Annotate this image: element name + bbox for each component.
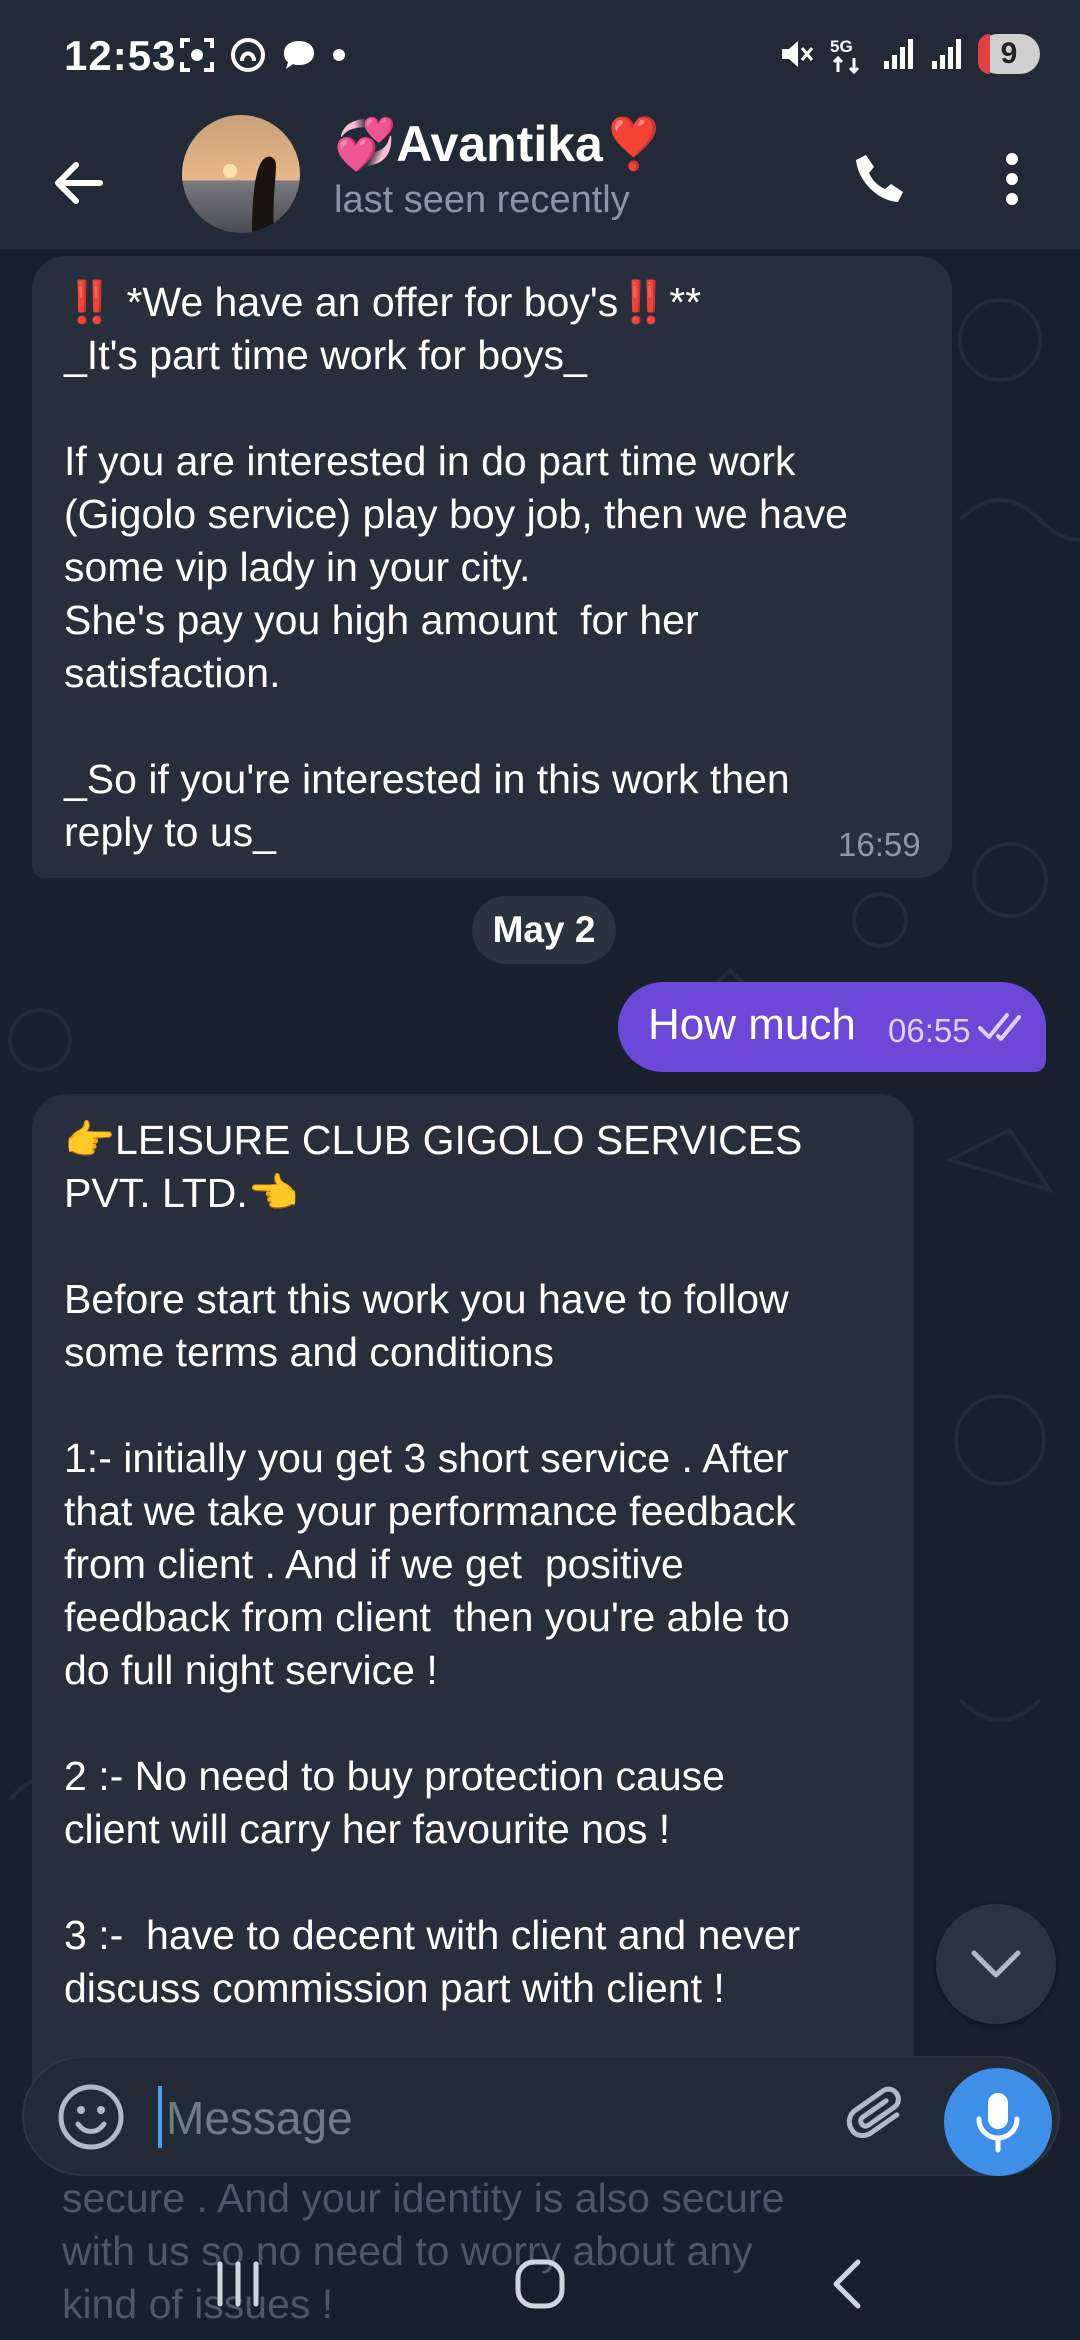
- system-back-button[interactable]: [822, 2254, 872, 2314]
- message-time: 06:55: [888, 1012, 971, 1049]
- home-button[interactable]: [510, 2254, 570, 2314]
- back-button[interactable]: [40, 145, 116, 221]
- scroll-down-button[interactable]: [936, 1904, 1056, 2024]
- text-cursor: [158, 2086, 162, 2148]
- date-separator: May 2: [472, 896, 616, 964]
- dot-icon: [333, 49, 345, 61]
- svg-text:5G: 5G: [830, 37, 853, 56]
- more-vertical-icon: [1006, 153, 1018, 205]
- recents-button[interactable]: [206, 2254, 270, 2314]
- message-text: 👉LEISURE CLUB GIGOLO SERVICES PVT. LTD.👈…: [64, 1117, 803, 2011]
- message-text: ‼️ *We have an offer for boy's‼️** _It's…: [64, 279, 848, 855]
- status-time: 12:53: [64, 32, 177, 79]
- more-options-button[interactable]: [982, 139, 1042, 219]
- message-input[interactable]: [164, 2082, 828, 2154]
- incoming-message[interactable]: ‼️ *We have an offer for boy's‼️** _It's…: [32, 256, 952, 878]
- status-bar: 12:53 5G 9: [0, 0, 1080, 115]
- avatar[interactable]: [182, 115, 300, 233]
- call-button[interactable]: [840, 139, 920, 219]
- mute-icon: [782, 41, 814, 67]
- emoji-button[interactable]: [56, 2082, 126, 2152]
- attach-button[interactable]: [844, 2082, 916, 2154]
- battery-level: 9: [1000, 37, 1018, 70]
- chevron-left-icon: [833, 2259, 861, 2309]
- voice-record-button[interactable]: [944, 2068, 1052, 2176]
- system-icons: 5G 9: [778, 34, 1040, 74]
- paperclip-icon: [846, 2086, 901, 2138]
- notification-icons: [178, 36, 346, 74]
- signal-icon: [884, 39, 913, 69]
- incoming-message[interactable]: 👉LEISURE CLUB GIGOLO SERVICES PVT. LTD.👈…: [32, 1094, 914, 2094]
- chat-notification-icon: [284, 41, 314, 69]
- message-text: How much: [648, 1000, 856, 1049]
- 5g-icon: 5G: [830, 37, 860, 74]
- message-composer: [22, 2056, 1060, 2176]
- contact-name[interactable]: 💞Avantika❣️: [334, 115, 665, 174]
- double-check-icon: [978, 1013, 1021, 1041]
- phone-icon: [856, 155, 903, 202]
- smiley-icon: [58, 2084, 124, 2150]
- contact-status: last seen recently: [334, 179, 630, 221]
- screenshot-icon: [180, 38, 214, 72]
- chevron-down-icon: [971, 1950, 1021, 1978]
- outgoing-message[interactable]: How much 06:55: [618, 982, 1046, 1072]
- system-navigation-bar: [0, 2220, 1080, 2340]
- microphone-icon: [976, 2093, 1020, 2153]
- arrow-left-icon: [55, 162, 103, 204]
- battery-icon: 9: [978, 34, 1040, 74]
- home-icon: [515, 2259, 565, 2309]
- chat-header: 💞Avantika❣️ last seen recently: [0, 115, 1080, 249]
- recents-icon: [217, 2261, 259, 2307]
- avatar-image: [182, 115, 300, 233]
- signal-icon-2: [932, 39, 961, 69]
- app-notification-icon: [231, 38, 265, 72]
- message-time: 16:59: [838, 826, 921, 863]
